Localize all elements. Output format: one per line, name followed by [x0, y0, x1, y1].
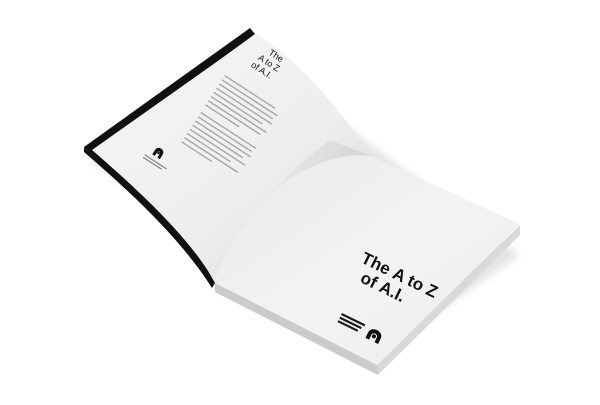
scene: The A to Z of A.I. The A to Z of A.I. [0, 0, 600, 400]
open-book-illustration: The A to Z of A.I. The A to Z of A.I. [84, 28, 520, 375]
